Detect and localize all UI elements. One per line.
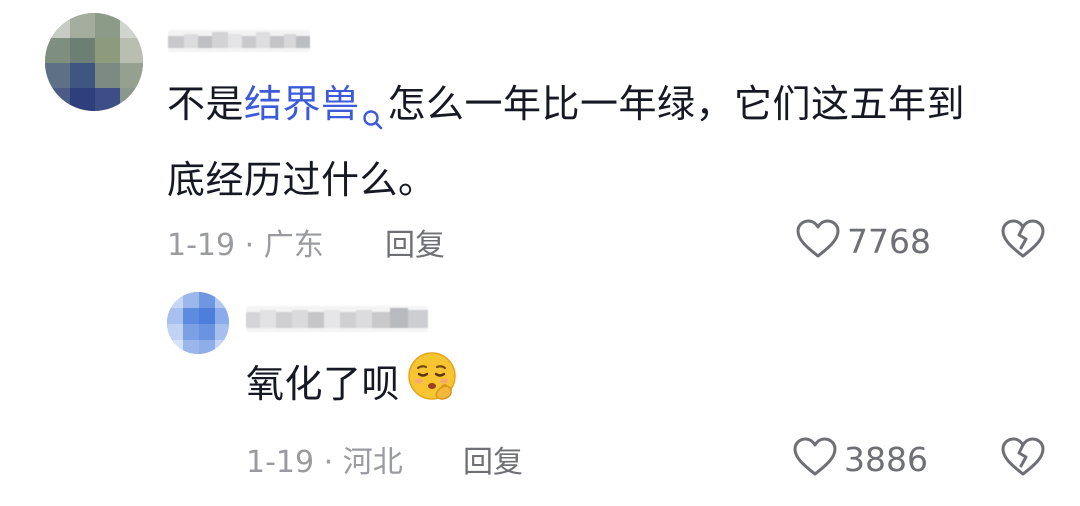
- username-blurred[interactable]: [168, 30, 310, 52]
- shushing-face-emoji: [406, 350, 458, 423]
- reply-date: 1-19: [246, 445, 315, 480]
- reply-avatar-image: [167, 292, 229, 354]
- reply-avatar[interactable]: [167, 292, 229, 354]
- like-count: 7768: [847, 221, 931, 261]
- meta-separator: ·: [314, 445, 343, 480]
- reply-dislike-button[interactable]: [1000, 436, 1046, 482]
- comment-text-line2: 底经历过什么。: [167, 158, 437, 202]
- avatar-image: [45, 13, 143, 111]
- comment-text-rest: 怎么一年比一年绿，它们这五年到: [387, 82, 966, 126]
- avatar[interactable]: [45, 13, 143, 111]
- reply-meta: 1-19 · 河北: [246, 437, 403, 481]
- comment-location: 广东: [263, 228, 324, 263]
- reply-location: 河北: [342, 445, 403, 480]
- comment-text-prefix: 不是: [167, 82, 245, 126]
- reply-reply-button[interactable]: 回复: [463, 437, 523, 481]
- link-term[interactable]: 结界兽: [244, 82, 360, 126]
- search-icon[interactable]: [362, 84, 384, 152]
- reply-button[interactable]: 回复: [385, 220, 445, 264]
- reply-username-mosaic: [246, 306, 428, 332]
- broken-heart-icon: [1000, 219, 1046, 264]
- dislike-button[interactable]: [1000, 218, 1046, 264]
- reply-like-button[interactable]: 3886: [792, 436, 928, 482]
- meta-separator: ·: [235, 228, 264, 263]
- comment-date: 1-19: [167, 228, 236, 263]
- like-button[interactable]: 7768: [795, 218, 931, 264]
- broken-heart-icon: [1000, 437, 1046, 482]
- heart-outline-icon: [792, 436, 838, 482]
- comment-meta: 1-19 · 广东: [167, 220, 324, 264]
- reply-text-content: 氧化了呗: [246, 362, 401, 406]
- username-mosaic: [168, 30, 310, 52]
- reply-username-blurred[interactable]: [246, 306, 428, 332]
- heart-outline-icon: [795, 218, 841, 264]
- reply-text: 氧化了呗: [246, 350, 458, 423]
- comment-text: 不是结界兽 怎么一年比一年绿，它们这五年到: [167, 70, 965, 152]
- reply-like-count: 3886: [844, 439, 928, 479]
